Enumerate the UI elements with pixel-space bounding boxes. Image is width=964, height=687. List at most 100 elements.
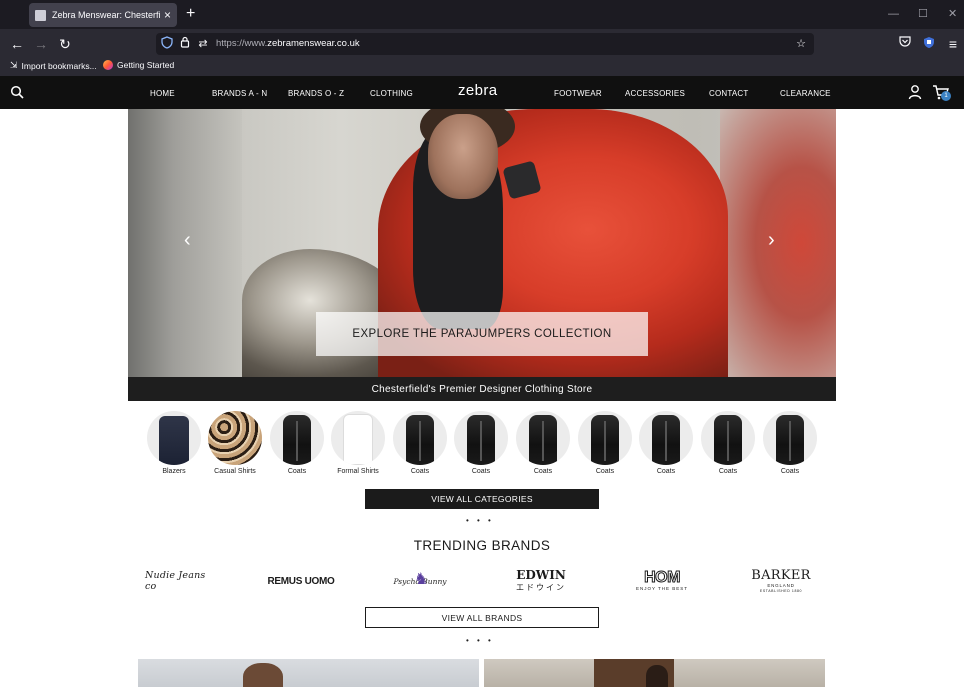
nav-clearance[interactable]: CLEARANCE [780,89,831,98]
firefox-icon [103,60,113,70]
cart-count-badge: 1 [941,91,951,101]
search-icon[interactable] [10,85,24,99]
view-all-brands-button[interactable]: VIEW ALL BRANDS [365,607,599,628]
back-icon[interactable]: ← [8,35,26,53]
hero-next-slide-preview [720,109,836,377]
address-bar[interactable]: ⇄ https://www.zebramenswear.co.uk ☆ [156,33,814,55]
bookmark-label: Getting Started [117,60,175,70]
account-icon[interactable] [908,84,922,100]
category-formal-shirts[interactable]: Formal Shirts [330,411,386,475]
category-image [516,411,570,465]
view-all-categories-button[interactable]: VIEW ALL CATEGORIES [365,489,599,509]
menu-hamburger-icon[interactable]: ≡ [944,35,962,53]
category-label: Coats [656,468,676,475]
import-icon: ⇲ [10,60,18,70]
hero-cta-label: EXPLORE THE PARAJUMPERS COLLECTION [352,328,612,340]
category-image [639,411,693,465]
nav-brands-o-z[interactable]: BRANDS O - Z [288,89,344,98]
category-label: Coats [780,468,800,475]
tab-title: Zebra Menswear: Chesterfield's [52,10,160,20]
permissions-icon[interactable]: ⇄ [196,36,210,52]
category-image [208,411,262,465]
reload-icon[interactable]: ↻ [56,35,74,53]
category-coats[interactable]: Coats [515,411,571,475]
category-coats[interactable]: Coats [700,411,756,475]
category-coats[interactable]: Coats [762,411,818,475]
brand-edwin-logo: EDWIN [516,568,566,582]
category-coats[interactable]: Coats [638,411,694,475]
bookmark-label: Import bookmarks... [21,60,97,71]
url-text[interactable]: https://www.zebramenswear.co.uk [216,38,360,49]
chevron-left-icon[interactable]: ‹ [184,228,191,252]
forward-icon[interactable]: → [32,35,50,53]
site-header: HOME BRANDS A - N BRANDS O - Z CLOTHING … [0,76,964,109]
chevron-right-icon[interactable]: › [768,228,775,252]
bookmark-import[interactable]: ⇲ Import bookmarks... [10,60,97,71]
nav-contact[interactable]: CONTACT [709,89,748,98]
category-image [763,411,817,465]
category-label: Coats [287,468,307,475]
category-label: Formal Shirts [337,468,379,475]
nav-footwear[interactable]: FOOTWEAR [554,89,602,98]
category-label: Coats [471,468,491,475]
category-blazers[interactable]: Blazers [146,411,202,475]
close-window-icon[interactable]: ✕ [948,7,957,21]
brand-barker-established: ESTABLISHED 1880 [759,588,803,593]
promo-model-right [646,665,668,687]
maximize-icon[interactable]: ☐ [918,7,928,21]
bookmark-star-icon[interactable]: ☆ [794,36,808,52]
nav-brands-a-n[interactable]: BRANDS A - N [212,89,267,98]
browser-tab[interactable]: Zebra Menswear: Chesterfield's × [29,3,177,27]
hero-model-face [428,114,498,199]
new-tab-icon[interactable]: + [186,5,195,23]
nav-clothing[interactable]: CLOTHING [370,89,413,98]
divider-dots: • • • [466,516,494,525]
brand-edwin-katakana: エドウイン [516,583,566,592]
browser-toolbar: ← → ↻ ⇄ https://www.zebramenswear.co.uk … [0,29,964,58]
bookmarks-bar: ⇲ Import bookmarks... Getting Started [0,58,964,76]
bunny-icon: ♞ [414,571,429,588]
category-coats[interactable]: Coats [577,411,633,475]
store-tagline: Chesterfield's Premier Designer Clothing… [128,377,836,401]
brand-hom[interactable]: HOM ENJOY THE BEST [630,568,694,594]
category-image [701,411,755,465]
category-label: Coats [718,468,738,475]
category-label: Coats [595,468,615,475]
category-coats[interactable]: Coats [453,411,509,475]
nav-accessories[interactable]: ACCESSORIES [625,89,685,98]
brand-nudie-jeans-logo: Nudie Jeans co [145,570,206,592]
category-casual-shirts[interactable]: Casual Shirts [207,411,263,475]
trending-brands-title: TRENDING BRANDS [413,538,551,553]
page-favicon-icon [35,9,46,21]
nav-home[interactable]: HOME [150,89,175,98]
category-coats[interactable]: Coats [392,411,448,475]
promo-model-left [243,663,283,687]
brand-barker[interactable]: BARKER ENGLAND ESTABLISHED 1880 [748,566,814,596]
promo-tile-left[interactable] [138,659,479,687]
brand-hom-logo: HOM [644,569,681,586]
close-tab-icon[interactable]: × [164,9,171,21]
zebra-logo[interactable]: zebra [458,82,498,99]
category-image [331,411,385,465]
brand-nudie-jeans[interactable]: Nudie Jeans co [145,568,219,594]
extension-icon[interactable] [920,35,938,53]
category-label: Coats [533,468,553,475]
brand-hom-tagline: ENJOY THE BEST [635,586,689,591]
category-coats[interactable]: Coats [269,411,325,475]
bookmark-getting-started[interactable]: Getting Started [103,60,174,70]
promo-tile-right[interactable] [484,659,825,687]
category-image [270,411,324,465]
pocket-icon[interactable] [896,35,914,53]
brand-edwin[interactable]: EDWIN エドウイン [508,568,574,594]
hero-cta-button[interactable]: EXPLORE THE PARAJUMPERS COLLECTION [316,312,648,356]
category-image [147,411,201,465]
brand-remus-uomo[interactable]: REMUS UOMO [262,568,340,594]
category-label: Casual Shirts [214,468,256,475]
minimize-icon[interactable]: — [888,7,899,21]
lock-icon[interactable] [178,36,192,52]
hero-slider[interactable]: ‹ › EXPLORE THE PARAJUMPERS COLLECTION [128,109,836,377]
brand-psycho-bunny[interactable]: Psycho Bunny ♞ [386,568,454,594]
divider-dots: • • • [466,636,494,645]
brand-remus-uomo-logo: REMUS UOMO [267,575,335,587]
tracking-protection-shield-icon[interactable] [160,36,174,52]
